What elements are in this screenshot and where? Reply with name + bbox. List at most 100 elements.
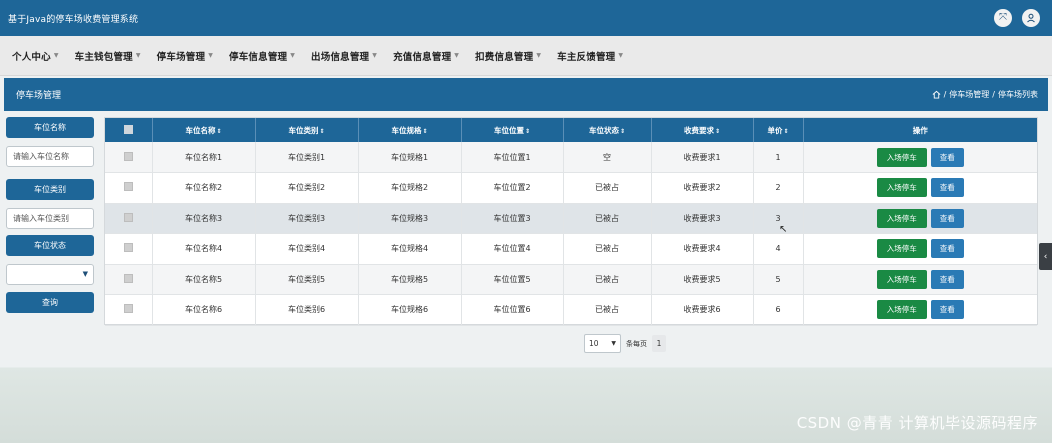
cell-type: 车位类别2 — [255, 172, 359, 204]
menu-item[interactable]: 车主钱包管理 ▼ — [75, 49, 141, 63]
cell-type: 车位类别1 — [255, 142, 359, 173]
breadcrumb-item: 停车场列表 — [998, 90, 1038, 99]
column-header[interactable]: 车位名称⇕ — [152, 118, 256, 142]
table-row: 车位名称5 车位类别5 车位规格5 车位位置5 已被占 收费要求5 5 入场停车 查看 — [105, 264, 1037, 295]
row-checkbox[interactable] — [123, 182, 133, 192]
table-header-row: 车位名称⇕ 车位类别⇕ 车位规格⇕ 车位位置⇕ 车位状态⇕ 收费要求⇕ 单价⇕ 操作 — [105, 118, 1037, 142]
page-size-select[interactable]: 10 ▼ — [584, 334, 621, 353]
cell-location: 车位位置3 — [461, 203, 564, 234]
chevron-down-icon: ▼ — [208, 52, 214, 59]
column-header[interactable]: 车位规格⇕ — [358, 118, 462, 142]
chevron-down-icon: ▼ — [618, 52, 624, 59]
column-header[interactable]: 车位位置⇕ — [461, 118, 564, 142]
cell-fee: 收费要求6 — [651, 294, 754, 326]
breadcrumb-item[interactable]: 停车场管理 — [949, 89, 989, 100]
enter-parking-button[interactable]: 入场停车 — [876, 147, 927, 167]
row-select-cell — [105, 172, 153, 204]
enter-parking-button[interactable]: 入场停车 — [876, 300, 927, 320]
per-page-text: 条每页 — [626, 339, 647, 348]
collapse-handle[interactable]: ‹ — [1039, 243, 1052, 270]
column-header-label: 车位位置 — [493, 125, 524, 135]
cell-fee: 收费要求3 — [651, 203, 754, 234]
column-header[interactable]: 车位类别⇕ — [255, 118, 359, 142]
cell-location: 车位位置2 — [461, 172, 564, 204]
table-row: 车位名称1 车位类别1 车位规格1 车位位置1 空收费要求1 1 入场停车 查看 — [105, 142, 1037, 173]
chevron-left-icon: ‹ — [1043, 251, 1048, 262]
menu-item[interactable]: 停车信息管理 ▼ — [229, 49, 295, 63]
enter-parking-button[interactable]: 入场停车 — [876, 208, 927, 228]
row-actions: 入场停车 查看 — [803, 233, 1037, 265]
menu-item[interactable]: 停车场管理 ▼ — [157, 49, 213, 63]
cell-name: 车位名称5 — [152, 264, 256, 295]
select-all-header — [105, 118, 153, 142]
chevron-down-icon: ▼ — [82, 270, 88, 278]
row-checkbox[interactable] — [123, 273, 133, 283]
main-menu: 个人中心 ▼ 车主钱包管理 ▼ 停车场管理 ▼ 停车信息管理 ▼ 出场信息管理 ▼ 充值信息管理 ▼ 扣… — [0, 36, 1052, 76]
user-icon[interactable] — [1022, 9, 1040, 27]
breadcrumb-sep: / — [992, 90, 995, 99]
cell-status: 已被占 — [563, 294, 652, 326]
enter-parking-button[interactable]: 入场停车 — [876, 178, 927, 198]
type-input[interactable] — [6, 208, 94, 229]
cell-type: 车位类别4 — [255, 233, 359, 265]
menu-item[interactable]: 车主反馈管理 ▼ — [557, 49, 623, 63]
breadcrumb-sep: / — [943, 90, 947, 99]
expand-icon[interactable]: ⤧ — [994, 9, 1012, 27]
data-table: 车位名称⇕ 车位类别⇕ 车位规格⇕ 车位位置⇕ 车位状态⇕ 收费要求⇕ 单价⇕ 操作 车位名称… — [104, 117, 1038, 326]
column-header[interactable]: 单价⇕ — [753, 118, 804, 142]
cell-status: 已被占 — [563, 233, 652, 265]
cell-fee: 收费要求1 — [651, 142, 754, 173]
cell-location: 车位位置6 — [461, 294, 564, 326]
page-size-value: 10 — [589, 339, 599, 348]
row-actions: 入场停车 查看 — [803, 203, 1037, 234]
chevron-down-icon: ▼ — [536, 52, 542, 59]
view-button[interactable]: 查看 — [930, 239, 964, 259]
chevron-down-icon: ▼ — [372, 52, 378, 59]
table-row: 车位名称6 车位类别6 车位规格6 车位位置6 已被占 收费要求6 6 入场停车 查看 — [105, 294, 1037, 326]
cell-type: 车位类别3 — [255, 203, 359, 234]
sort-icon: ⇕ — [783, 127, 789, 135]
menu-item[interactable]: 扣费信息管理 ▼ — [475, 49, 541, 63]
column-header[interactable]: 车位状态⇕ — [563, 118, 652, 142]
menu-item[interactable]: 充值信息管理 ▼ — [393, 49, 459, 63]
row-select-cell — [105, 264, 153, 295]
view-button[interactable]: 查看 — [930, 178, 964, 198]
row-select-cell — [105, 294, 153, 326]
search-panel: 车位名称 车位类别 车位状态 ▼ 查询 — [6, 117, 94, 313]
cell-spec: 车位规格3 — [358, 203, 462, 234]
breadcrumb: / 停车场管理 / 停车场列表 — [932, 89, 1038, 100]
enter-parking-button[interactable]: 入场停车 — [876, 239, 927, 259]
row-checkbox[interactable] — [123, 151, 133, 161]
view-button[interactable]: 查看 — [930, 147, 964, 167]
menu-item-label: 停车信息管理 — [229, 51, 288, 63]
name-input[interactable] — [6, 146, 94, 167]
menu-item-label: 扣费信息管理 — [475, 51, 534, 63]
cell-type: 车位类别5 — [255, 264, 359, 295]
query-button[interactable]: 查询 — [6, 292, 94, 313]
view-button[interactable]: 查看 — [930, 208, 964, 228]
table-row: 车位名称3 车位类别3 车位规格3 车位位置3 已被占 收费要求3 3 入场停车 查看 — [105, 203, 1037, 234]
cell-spec: 车位规格4 — [358, 233, 462, 265]
page-number[interactable]: 1 — [652, 335, 666, 352]
cell-location: 车位位置4 — [461, 233, 564, 265]
app-title: 基于Java的停车场收费管理系统 — [8, 14, 139, 25]
menu-item-label: 车主钱包管理 — [74, 51, 133, 63]
view-button[interactable]: 查看 — [930, 269, 964, 289]
status-select[interactable]: ▼ — [6, 264, 94, 285]
row-checkbox[interactable] — [123, 304, 133, 314]
cell-location: 车位位置5 — [461, 264, 564, 295]
view-button[interactable]: 查看 — [930, 300, 964, 320]
page-title: 停车场管理 — [16, 91, 62, 101]
column-header[interactable]: 收费要求⇕ — [651, 118, 754, 142]
menu-item[interactable]: 出场信息管理 ▼ — [311, 49, 377, 63]
cell-spec: 车位规格6 — [358, 294, 462, 326]
menu-item[interactable]: 个人中心 ▼ — [12, 49, 59, 63]
row-checkbox[interactable] — [123, 212, 133, 222]
home-icon[interactable] — [932, 90, 941, 99]
enter-parking-button[interactable]: 入场停车 — [876, 269, 927, 289]
row-actions: 入场停车 查看 — [803, 142, 1037, 173]
row-actions: 入场停车 查看 — [803, 264, 1037, 295]
row-checkbox[interactable] — [123, 243, 133, 253]
cell-status: 空 — [563, 142, 652, 173]
select-all-checkbox[interactable] — [123, 124, 133, 134]
